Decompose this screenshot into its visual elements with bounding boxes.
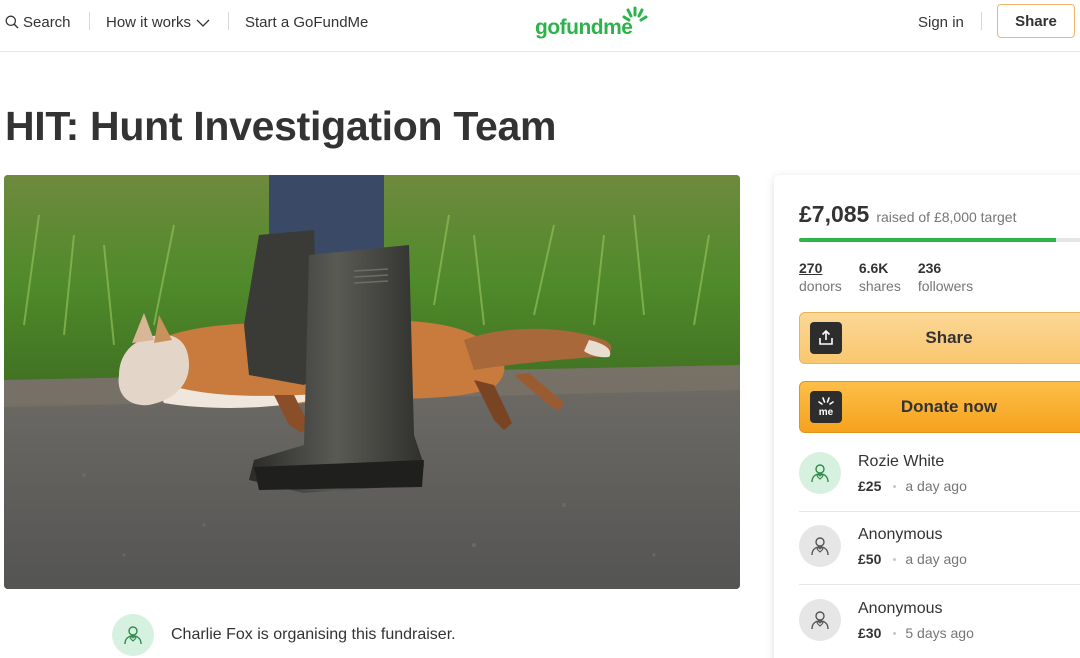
donor-meta: £30 5 days ago — [858, 625, 974, 641]
organiser-avatar — [112, 614, 154, 656]
donation-time: a day ago — [905, 478, 967, 494]
logo-text: gofundme — [535, 16, 633, 39]
user-heart-icon — [124, 626, 142, 645]
gofundme-me-icon: me — [810, 391, 842, 423]
separator-dot — [893, 557, 897, 561]
share-button[interactable]: Share — [799, 312, 1080, 364]
share-upload-icon — [810, 322, 842, 354]
donation-amount: £30 — [858, 625, 882, 641]
donation-divider — [799, 584, 1080, 585]
start-gofundme-link[interactable]: Start a GoFundMe — [245, 13, 368, 31]
donor-avatar — [799, 599, 841, 641]
stat-value: 6.6K — [858, 260, 889, 276]
donor-meta: £25 a day ago — [858, 478, 967, 494]
organiser-info: Charlie Fox is organising this fundraise… — [112, 614, 456, 656]
sign-in-link[interactable]: Sign in — [918, 13, 964, 31]
raised-target: raised of £8,000 target — [876, 209, 1017, 225]
start-gofundme-label: Start a GoFundMe — [245, 13, 369, 31]
donor-name: Anonymous — [858, 600, 943, 617]
donor-meta: £50 a day ago — [858, 551, 967, 567]
stat-label: followers — [917, 278, 974, 294]
stat-shares: 6.6K shares — [859, 260, 901, 295]
donation-divider — [799, 511, 1080, 512]
raised-amount: £7,085 — [799, 201, 870, 227]
search-icon — [5, 15, 19, 29]
donor-name: Anonymous — [858, 526, 943, 543]
campaign-stats: 270 donors 6.6K shares 236 followers — [799, 260, 990, 295]
donor-name: Rozie White — [858, 453, 945, 470]
campaign-title: HIT: Hunt Investigation Team — [5, 103, 557, 149]
stat-donors[interactable]: 270 donors — [799, 260, 842, 295]
donation-item: Rozie White £25 a day ago — [799, 452, 1080, 526]
donation-item: Anonymous £50 a day ago — [799, 525, 1080, 599]
nav-divider — [981, 12, 982, 30]
how-it-works-menu[interactable]: How it works — [106, 13, 210, 31]
donate-button-label: Donate now — [900, 397, 998, 416]
gofundme-logo[interactable]: gofundme — [535, 6, 650, 40]
stat-value: 270 — [799, 260, 823, 276]
top-navigation: Search How it works Start a GoFundMe gof… — [0, 0, 1080, 52]
user-heart-icon — [811, 464, 829, 483]
donate-now-button[interactable]: me Donate now — [799, 381, 1080, 433]
stat-label: donors — [799, 278, 842, 294]
progress-bar — [799, 238, 1080, 242]
raised-summary: £7,085 raised of £8,000 target — [799, 201, 1016, 228]
stat-label: shares — [858, 278, 901, 294]
donation-amount: £50 — [858, 551, 882, 567]
separator-dot — [893, 631, 897, 635]
svg-text:me: me — [819, 407, 834, 418]
user-heart-icon — [811, 537, 829, 556]
how-it-works-label: How it works — [106, 13, 192, 31]
stat-followers: 236 followers — [918, 260, 973, 295]
search-link[interactable]: Search — [5, 13, 71, 31]
search-label: Search — [23, 13, 71, 31]
donor-avatar — [799, 452, 841, 494]
donation-time: 5 days ago — [905, 625, 974, 641]
donation-panel: £7,085 raised of £8,000 target 270 donor… — [774, 175, 1080, 658]
campaign-hero-image — [4, 175, 740, 589]
donor-avatar — [799, 525, 841, 567]
share-button-header[interactable]: Share — [997, 4, 1075, 38]
organiser-text: Charlie Fox is organising this fundraise… — [171, 626, 456, 643]
stat-value: 236 — [917, 260, 942, 276]
progress-fill — [799, 238, 1056, 242]
logo-sunburst-icon — [622, 6, 648, 22]
donation-time: a day ago — [905, 551, 967, 567]
sign-in-label: Sign in — [918, 13, 964, 31]
user-heart-icon — [811, 611, 829, 630]
chevron-down-icon — [196, 19, 210, 27]
donation-item: Anonymous £30 5 days ago — [799, 599, 1080, 658]
donation-amount: £25 — [858, 478, 882, 494]
nav-divider — [228, 12, 229, 30]
nav-divider — [89, 12, 90, 30]
separator-dot — [893, 484, 897, 488]
share-button-label: Share — [925, 328, 973, 347]
